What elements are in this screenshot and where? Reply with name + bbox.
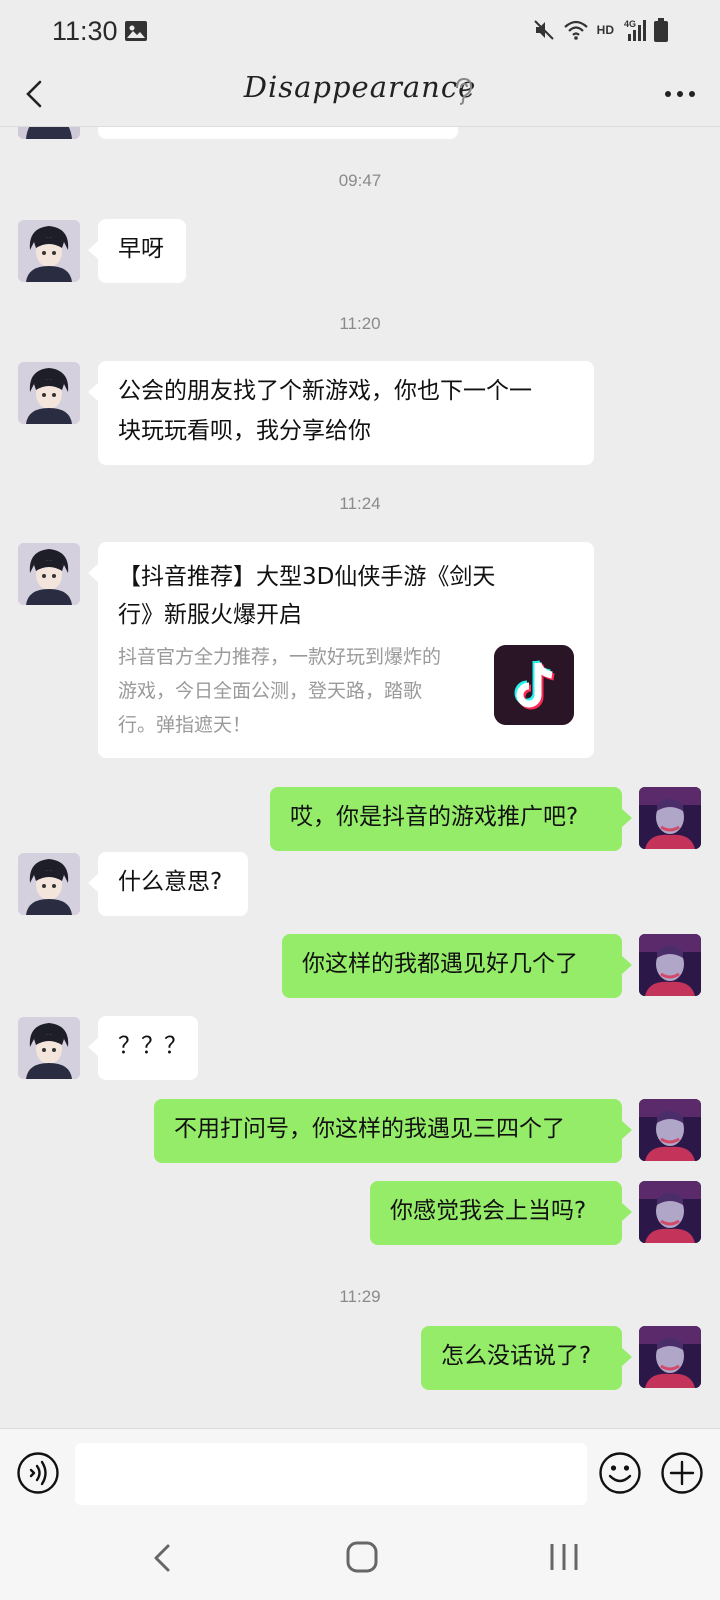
message-text-line: 公会的朋友找了个新游戏，你也下一个一 <box>118 378 532 404</box>
mute-icon <box>533 20 554 40</box>
timestamp: 11:29 <box>339 1287 381 1306</box>
message-text-line: 块玩玩看呗，我分享给你 <box>118 418 371 444</box>
message-bubble-mine[interactable]: 你这样的我都遇见好几个了 <box>282 934 632 998</box>
link-card-description: 抖音官方全力推荐，一款好玩到爆炸的 游戏，今日全面公测，登天路，踏歌 行。弹指遮… <box>118 640 468 742</box>
network-label: HD <box>596 23 614 37</box>
svg-text:4G: 4G <box>624 19 636 29</box>
system-back-icon[interactable] <box>146 1538 180 1578</box>
status-bar: 11:30 HD 4G <box>0 0 720 62</box>
my-avatar[interactable] <box>639 787 701 849</box>
link-card-title-line: 【抖音推荐】大型3D仙侠手游《剑天 <box>118 564 496 590</box>
signal-4g-icon: 4G <box>624 19 646 41</box>
message-bubble-mine[interactable]: 怎么没话说了? <box>421 1326 632 1390</box>
link-card-desc-line: 游戏，今日全面公测，登天路，踏歌 <box>118 680 423 702</box>
link-card-title-line: 行》新服火爆开启 <box>118 602 302 628</box>
battery-icon <box>654 18 668 42</box>
message-bubble[interactable]: 早呀 <box>88 219 186 283</box>
tiktok-icon <box>494 645 574 725</box>
message-list[interactable]: 09:47 早呀 11:20 公会的朋友找了个新游戏，你也下一个一 块玩玩看呗，… <box>0 127 720 1427</box>
message-text: 不用打问号，你这样的我遇见三四个了 <box>174 1116 565 1142</box>
contact-avatar[interactable] <box>18 543 80 605</box>
message-text: ？？？ <box>118 1033 187 1059</box>
link-card[interactable]: 【抖音推荐】大型3D仙侠手游《剑天 行》新服火爆开启 抖音官方全力推荐，一款好玩… <box>88 542 594 758</box>
my-avatar[interactable] <box>639 1099 701 1161</box>
wifi-icon <box>563 20 588 40</box>
timestamp: 11:20 <box>339 314 381 333</box>
contact-avatar[interactable] <box>18 220 80 282</box>
contact-avatar[interactable] <box>18 853 80 915</box>
recent-apps-icon[interactable] <box>546 1538 582 1576</box>
message-bubble-mine[interactable]: 你感觉我会上当吗? <box>370 1181 632 1245</box>
my-avatar[interactable] <box>639 1181 701 1243</box>
message-bubble-mine[interactable]: 哎，你是抖音的游戏推广吧? <box>270 787 632 851</box>
chat-header: Disappearance <box>0 62 720 127</box>
message-text: 早呀 <box>118 236 164 262</box>
voice-icon[interactable] <box>16 1451 60 1495</box>
message-text: 什么意思? <box>118 869 223 895</box>
message-text: 哎，你是抖音的游戏推广吧? <box>290 804 579 830</box>
timestamp: 09:47 <box>338 171 382 190</box>
message-bubble-mine[interactable]: 不用打问号，你这样的我遇见三四个了 <box>154 1099 632 1163</box>
input-bar <box>0 1428 720 1517</box>
my-avatar[interactable] <box>639 1326 701 1388</box>
message-bubble-partial[interactable] <box>98 127 458 139</box>
status-time: 11:30 <box>52 16 118 46</box>
system-nav-bar <box>0 1516 720 1600</box>
timestamp: 11:24 <box>339 494 381 513</box>
message-text: 你感觉我会上当吗? <box>390 1198 587 1224</box>
message-input[interactable] <box>75 1443 587 1505</box>
message-text: 怎么没话说了? <box>441 1343 592 1369</box>
link-card-title: 【抖音推荐】大型3D仙侠手游《剑天 行》新服火爆开启 <box>118 558 558 634</box>
link-card-desc-line: 行。弹指遮天！ <box>118 714 252 736</box>
message-bubble[interactable]: 什么意思? <box>88 852 248 916</box>
more-dots-icon[interactable] <box>658 74 702 114</box>
contact-avatar[interactable] <box>18 1017 80 1079</box>
plus-icon[interactable] <box>660 1451 704 1495</box>
message-text: 你这样的我都遇见好几个了 <box>302 951 578 977</box>
my-avatar[interactable] <box>639 934 701 996</box>
emoji-icon[interactable] <box>598 1451 642 1495</box>
home-icon[interactable] <box>344 1538 380 1576</box>
ear-icon <box>456 77 473 105</box>
chat-title[interactable]: Disappearance <box>0 70 720 104</box>
link-card-desc-line: 抖音官方全力推荐，一款好玩到爆炸的 <box>118 646 442 668</box>
contact-avatar[interactable] <box>18 127 80 139</box>
message-bubble[interactable]: ？？？ <box>88 1016 198 1080</box>
gallery-icon <box>125 21 147 41</box>
contact-avatar[interactable] <box>18 362 80 424</box>
message-bubble[interactable]: 公会的朋友找了个新游戏，你也下一个一 块玩玩看呗，我分享给你 <box>88 361 594 465</box>
status-icons: HD 4G <box>533 18 668 42</box>
